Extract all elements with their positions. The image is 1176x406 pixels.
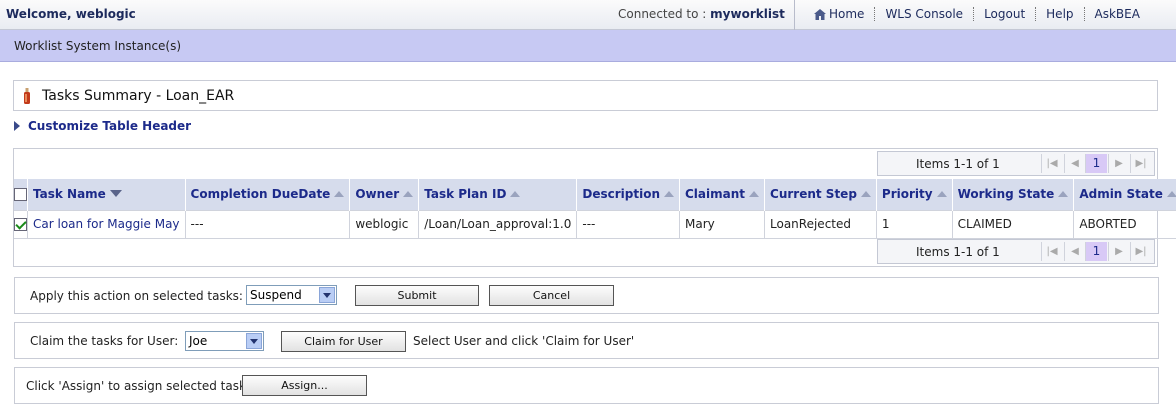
select-all-cell [14, 179, 28, 210]
column-header-priority[interactable]: Priority [876, 179, 953, 210]
user-select[interactable]: Joe [185, 331, 264, 351]
customize-label: Customize Table Header [28, 119, 192, 133]
pager-items-text: Items 1-1 of 1 [916, 245, 1000, 259]
cancel-button[interactable]: Cancel [489, 285, 614, 306]
column-header-owner[interactable]: Owner [349, 179, 420, 210]
sort-asc-icon[interactable] [334, 191, 345, 198]
assign-label: Click 'Assign' to assign selected tasks [26, 379, 253, 393]
select-all-checkbox[interactable] [14, 188, 27, 202]
cell-description: --- [576, 209, 680, 239]
assign-panel: Click 'Assign' to assign selected tasks … [14, 367, 1159, 404]
first-page-icon[interactable]: |◀ [1041, 154, 1062, 173]
action-select-value: Suspend [250, 288, 302, 302]
sort-asc-icon[interactable] [749, 191, 760, 198]
sort-asc-icon[interactable] [860, 191, 871, 198]
nav-separator [874, 7, 876, 21]
nav-separator [1083, 7, 1085, 21]
nav-separator [1035, 7, 1037, 21]
customize-table-header-link[interactable]: Customize Table Header [14, 119, 191, 133]
column-header-working-state[interactable]: Working State [952, 179, 1075, 210]
sort-asc-icon[interactable] [664, 191, 674, 198]
cell-plan-id: /Loan/Loan_approval:1.0 [418, 209, 578, 239]
expand-triangle-icon [14, 121, 20, 131]
top-nav: Home WLS Console Logout Help AskBEA [814, 7, 1140, 21]
cell-owner: weblogic [349, 209, 420, 239]
home-icon [814, 8, 826, 20]
cell-admin-state: ABORTED [1073, 209, 1176, 239]
table-header-row: Task Name Completion DueDate Owner Task … [14, 179, 1176, 210]
claim-label: Claim the tasks for User: [30, 334, 179, 348]
column-header-description[interactable]: Description [576, 179, 680, 210]
prev-page-icon[interactable]: ◀ [1064, 242, 1085, 261]
action-select[interactable]: Suspend [246, 285, 337, 305]
section-title: Worklist System Instance(s) [14, 39, 182, 53]
claim-panel: Claim the tasks for User: Joe Claim for … [14, 322, 1159, 359]
next-page-icon[interactable]: ▶ [1108, 154, 1129, 173]
nav-wls-console-link[interactable]: WLS Console [885, 7, 963, 21]
welcome-text: Welcome, weblogic [6, 7, 136, 21]
last-page-icon[interactable]: ▶| [1130, 242, 1151, 261]
nav-logout-link[interactable]: Logout [984, 7, 1025, 21]
page-title: Tasks Summary - Loan_EAR [42, 88, 235, 104]
nav-home-link[interactable]: Home [829, 7, 864, 21]
first-page-icon[interactable]: |◀ [1041, 242, 1062, 261]
table-row: Car loan for Maggie May --- weblogic /Lo… [14, 209, 1176, 239]
cell-due-date: --- [185, 209, 351, 239]
submit-button[interactable]: Submit [355, 285, 479, 306]
tasks-table: Task Name Completion DueDate Owner Task … [14, 179, 1176, 239]
nav-separator [973, 7, 975, 21]
pager-bottom: Items 1-1 of 1 |◀ ◀ 1 ▶ ▶| [877, 239, 1155, 264]
sort-asc-icon[interactable] [936, 191, 947, 198]
tasks-summary-box: Tasks Summary - Loan_EAR [13, 80, 1158, 111]
connected-value: myworklist [710, 7, 785, 21]
task-bottle-icon [24, 88, 30, 104]
task-name-link[interactable]: Car loan for Maggie May [33, 217, 180, 231]
pager-items-text: Items 1-1 of 1 [916, 157, 1000, 171]
dropdown-arrow-icon[interactable] [246, 333, 262, 349]
sort-desc-icon[interactable] [109, 190, 122, 198]
cell-working-state: CLAIMED [952, 209, 1075, 239]
column-header-admin-state[interactable]: Admin State [1073, 179, 1176, 210]
column-header-current-step[interactable]: Current Step [764, 179, 877, 210]
sort-asc-icon[interactable] [510, 191, 521, 198]
claim-for-user-button[interactable]: Claim for User [281, 331, 406, 352]
column-header-task-plan-id[interactable]: Task Plan ID [418, 179, 578, 210]
tasks-table-container: Items 1-1 of 1 |◀ ◀ 1 ▶ ▶| Task Name Com… [13, 148, 1176, 267]
page-number[interactable]: 1 [1085, 242, 1107, 261]
next-page-icon[interactable]: ▶ [1108, 242, 1129, 261]
column-header-completion-duedate[interactable]: Completion DueDate [185, 179, 351, 210]
apply-action-label: Apply this action on selected tasks: [30, 289, 243, 303]
cell-priority: 1 [876, 209, 953, 239]
row-checkbox[interactable] [14, 218, 27, 231]
section-band: Worklist System Instance(s) [0, 30, 1176, 62]
nav-help-link[interactable]: Help [1046, 7, 1073, 21]
cell-task-name: Car loan for Maggie May [27, 209, 186, 239]
column-header-task-name[interactable]: Task Name [27, 179, 186, 210]
cell-claimant: Mary [679, 209, 766, 239]
assign-button[interactable]: Assign... [242, 375, 367, 396]
sort-asc-icon[interactable] [1166, 191, 1176, 198]
dropdown-arrow-icon[interactable] [319, 287, 335, 303]
row-select-cell [14, 209, 28, 239]
nav-askbea-link[interactable]: AskBEA [1095, 7, 1140, 21]
user-select-value: Joe [189, 334, 208, 348]
cell-current-step: LoanRejected [764, 209, 877, 239]
top-header: Welcome, weblogic Connected to : myworkl… [0, 0, 1176, 30]
claim-hint: Select User and click 'Claim for User' [413, 334, 635, 348]
sort-asc-icon[interactable] [1058, 191, 1069, 198]
last-page-icon[interactable]: ▶| [1130, 154, 1151, 173]
connection-status: Connected to : myworklist [618, 7, 785, 21]
sort-asc-icon[interactable] [403, 191, 414, 198]
header-divider [794, 0, 795, 30]
column-header-claimant[interactable]: Claimant [679, 179, 766, 210]
pager-top: Items 1-1 of 1 |◀ ◀ 1 ▶ ▶| [877, 151, 1155, 176]
connected-label: Connected to : [618, 7, 707, 21]
prev-page-icon[interactable]: ◀ [1064, 154, 1085, 173]
page-number[interactable]: 1 [1085, 154, 1107, 173]
apply-action-panel: Apply this action on selected tasks: Sus… [14, 277, 1159, 314]
